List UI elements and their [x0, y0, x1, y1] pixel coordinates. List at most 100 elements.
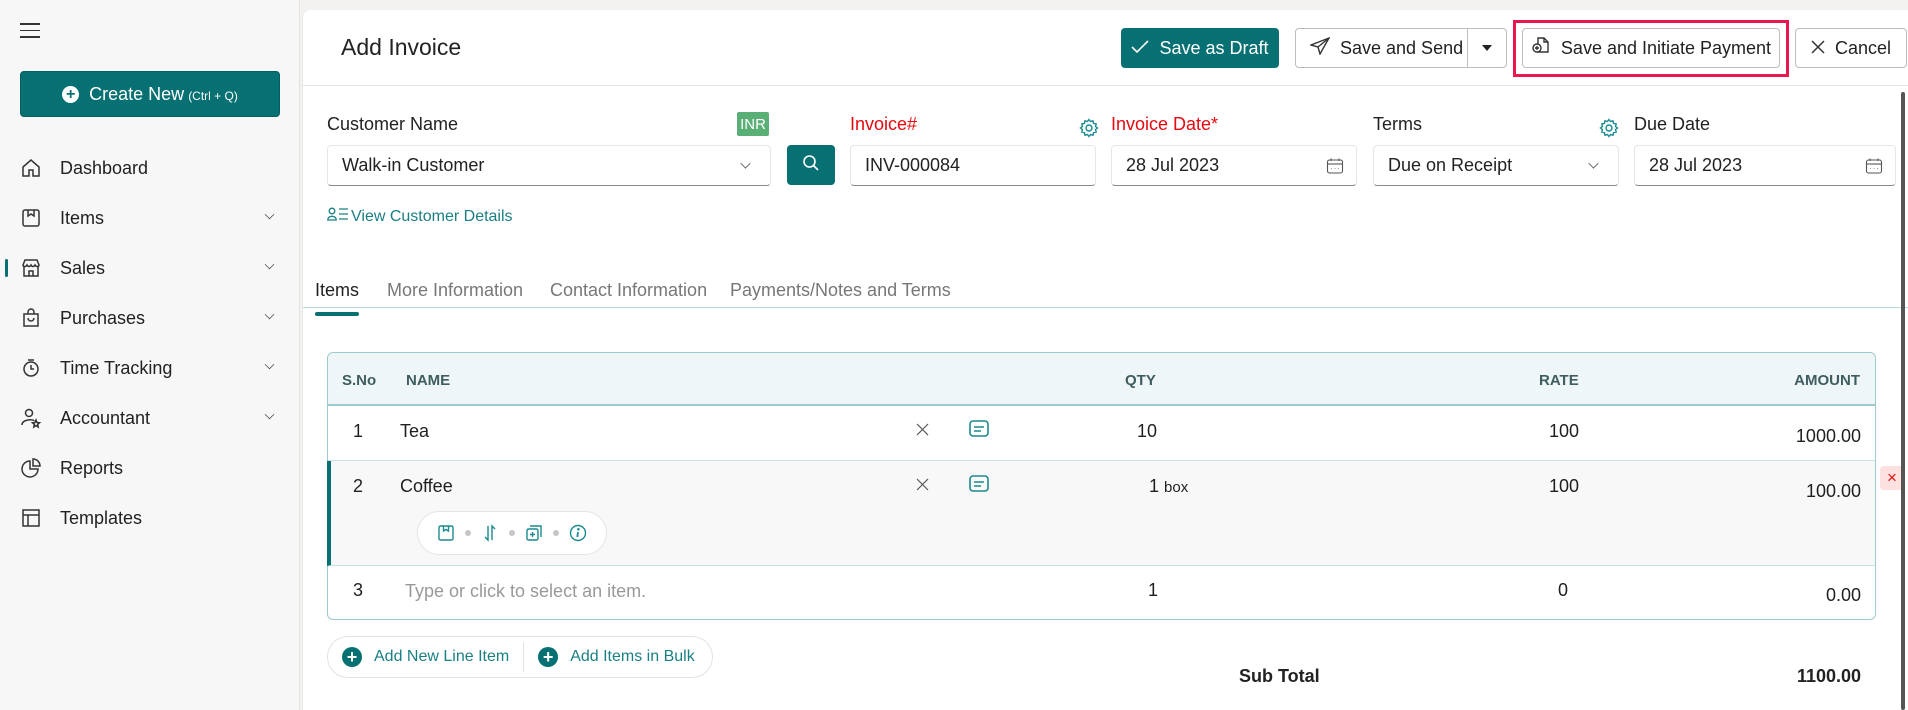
add-new-line-item-button[interactable]: + Add New Line Item: [328, 637, 523, 677]
invoice-date-input[interactable]: 28 Jul 2023: [1111, 145, 1357, 186]
sidebar-item-label: Purchases: [60, 307, 146, 328]
chevron-down-icon: [264, 259, 275, 270]
item-name-input[interactable]: Coffee: [400, 476, 880, 497]
clear-item-icon[interactable]: [916, 420, 929, 441]
calendar-icon[interactable]: [1326, 157, 1344, 180]
store-icon: [20, 257, 42, 279]
due-date-label: Due Date: [1634, 114, 1711, 134]
save-as-draft-button[interactable]: Save as Draft: [1121, 28, 1279, 68]
chevron-down-icon: [1588, 158, 1599, 169]
save-and-send-label: Save and Send: [1340, 37, 1464, 58]
add-items-in-bulk-button[interactable]: + Add Items in Bulk: [524, 637, 709, 677]
create-new-button[interactable]: + Create New (Ctrl + Q): [20, 71, 280, 117]
due-date-input[interactable]: 28 Jul 2023: [1634, 145, 1896, 186]
terms-select[interactable]: Due on Receipt: [1373, 145, 1619, 186]
column-header-sno: S.No: [342, 372, 377, 389]
row-sno: 2: [353, 476, 364, 496]
gear-icon[interactable]: [1599, 118, 1619, 143]
clear-item-icon[interactable]: [916, 475, 929, 496]
page-header: Add Invoice Save as Draft Save and Send …: [303, 10, 1908, 86]
invoice-number-input[interactable]: INV-000084: [850, 145, 1096, 186]
tab-more-information[interactable]: More Information: [387, 280, 523, 301]
save-and-send-split-button: Save and Send: [1295, 28, 1507, 68]
item-description-icon[interactable]: [969, 420, 989, 443]
sidebar-item-label: Sales: [60, 257, 106, 278]
item-description-icon[interactable]: [969, 475, 989, 498]
sidebar-item-label: Items: [60, 207, 105, 228]
sort-arrows-icon[interactable]: [481, 524, 499, 542]
row-sno: 3: [353, 580, 364, 600]
sidebar-item-reports[interactable]: Reports: [0, 443, 300, 493]
invoice-number-value: INV-000084: [865, 155, 961, 175]
sidebar-item-label: Reports: [60, 457, 124, 478]
save-and-send-dropdown[interactable]: [1468, 29, 1506, 67]
item-name-input[interactable]: Type or click to select an item.: [405, 581, 885, 602]
send-icon: [1308, 36, 1331, 60]
tab-payments-notes-terms[interactable]: Payments/Notes and Terms: [730, 280, 951, 301]
table-header: S.No NAME QTY RATE AMOUNT: [328, 353, 1875, 406]
item-box-icon: [20, 207, 42, 229]
cancel-label: Cancel: [1834, 37, 1892, 58]
view-customer-details-link[interactable]: View Customer Details: [327, 207, 513, 226]
add-items-group: + Add New Line Item + Add Items in Bulk: [327, 636, 713, 678]
qty-input[interactable]: 1 box: [1149, 476, 1188, 497]
sidebar-item-sales[interactable]: Sales: [0, 243, 300, 293]
close-icon: [1811, 38, 1825, 59]
cancel-button[interactable]: Cancel: [1795, 28, 1907, 68]
search-customer-button[interactable]: [787, 145, 835, 185]
column-header-amount: AMOUNT: [1794, 372, 1860, 389]
customer-name-value: Walk-in Customer: [342, 155, 485, 175]
due-date-value: 28 Jul 2023: [1649, 155, 1743, 175]
sidebar-item-label: Dashboard: [60, 157, 149, 178]
hamburger-menu-icon[interactable]: [20, 23, 40, 39]
qty-input[interactable]: 10: [1137, 421, 1157, 442]
sidebar-item-items[interactable]: Items: [0, 193, 300, 243]
rate-input[interactable]: 100: [1549, 476, 1579, 497]
home-icon: [20, 157, 42, 179]
item-box-icon[interactable]: [437, 524, 455, 542]
chevron-down-icon: [740, 158, 751, 169]
save-and-initiate-payment-label: Save and Initiate Payment: [1560, 37, 1772, 58]
plus-circle-icon: +: [62, 85, 80, 103]
sub-total-value: 1100.00: [1797, 666, 1862, 686]
save-as-draft-label: Save as Draft: [1159, 37, 1269, 58]
table-row: 1 Tea 10 100 1000.00: [328, 406, 1875, 461]
sidebar-item-dashboard[interactable]: Dashboard: [0, 143, 300, 193]
save-and-initiate-payment-button[interactable]: Save and Initiate Payment: [1522, 28, 1780, 68]
sidebar-item-templates[interactable]: Templates: [0, 493, 300, 543]
checkmark-icon: [1131, 38, 1150, 59]
customer-name-label: Customer Name: [327, 114, 459, 134]
duplicate-add-icon[interactable]: [525, 524, 543, 542]
customer-name-select[interactable]: Walk-in Customer: [327, 145, 771, 186]
table-row: 3 Type or click to select an item. 1 0 0…: [328, 566, 1875, 619]
calendar-icon[interactable]: [1865, 157, 1883, 180]
create-new-shortcut: (Ctrl + Q): [188, 88, 238, 103]
column-header-name: NAME: [406, 372, 451, 389]
row-amount: 1000.00: [1795, 426, 1861, 446]
plus-circle-icon: +: [342, 647, 362, 667]
vertical-scrollbar[interactable]: [1901, 92, 1905, 710]
add-new-line-item-label: Add New Line Item: [374, 648, 510, 665]
view-customer-details-label: View Customer Details: [351, 207, 513, 225]
separator-dot: [465, 530, 471, 536]
stopwatch-icon: [20, 357, 42, 379]
document-add-icon: [1531, 36, 1551, 61]
gear-icon[interactable]: [1079, 118, 1099, 143]
rate-input[interactable]: 100: [1549, 421, 1579, 442]
tab-items[interactable]: Items: [315, 280, 360, 316]
sidebar-item-accountant[interactable]: Accountant: [0, 393, 300, 443]
sidebar-item-label: Accountant: [60, 407, 151, 428]
layout-icon: [20, 507, 42, 529]
chevron-down-icon: [264, 409, 275, 420]
tab-contact-information[interactable]: Contact Information: [550, 280, 707, 301]
qty-input[interactable]: 1: [1148, 580, 1158, 601]
terms-label: Terms: [1373, 114, 1422, 134]
caret-down-icon: [1482, 45, 1492, 51]
item-name-input[interactable]: Tea: [400, 421, 880, 442]
save-and-send-button[interactable]: Save and Send: [1296, 29, 1468, 67]
sidebar-item-time-tracking[interactable]: Time Tracking: [0, 343, 300, 393]
sidebar-item-purchases[interactable]: Purchases: [0, 293, 300, 343]
info-icon[interactable]: [569, 524, 587, 542]
rate-input[interactable]: 0: [1558, 580, 1568, 601]
plus-circle-icon: +: [538, 647, 559, 667]
